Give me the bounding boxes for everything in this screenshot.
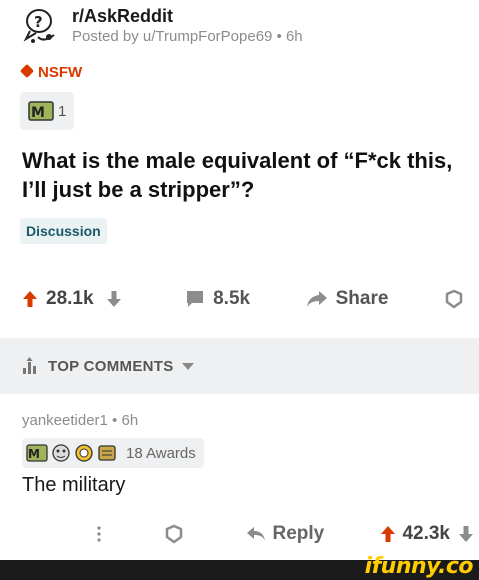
nsfw-label: NSFW (38, 64, 83, 81)
award-icon: M (28, 101, 54, 121)
more-options-button[interactable] (96, 525, 108, 543)
vertical-dots-icon (97, 526, 101, 542)
svg-text:?: ? (34, 13, 43, 31)
post-header: ? r/AskReddit Posted by u/TrumpForPope69… (22, 4, 303, 48)
subreddit-icon[interactable]: ? (22, 7, 60, 45)
comment-author[interactable]: yankeetider1 • 6h (22, 412, 138, 429)
upvote-count: 28.1k (46, 288, 94, 309)
nsfw-tag: NSFW (19, 63, 83, 81)
comment-award-button[interactable] (164, 524, 190, 544)
award-shield-icon (445, 289, 463, 309)
posted-by[interactable]: Posted by u/TrumpForPope69 • 6h (72, 27, 303, 47)
post-awards[interactable]: M 1 (20, 92, 75, 130)
comment-body: The military (22, 474, 126, 496)
sort-label: TOP COMMENTS (48, 357, 174, 375)
award-icon (75, 444, 93, 462)
share-arrow-icon (306, 291, 327, 307)
subreddit-name[interactable]: r/AskReddit (72, 5, 303, 27)
downvote-icon[interactable] (458, 525, 474, 543)
comment-award-count: 18 Awards (126, 444, 196, 462)
post-award-count: 1 (58, 102, 67, 120)
share-label: Share (335, 288, 389, 309)
award-icon: M (26, 444, 48, 462)
comments-count: 8.5k (213, 288, 251, 309)
comment-score: 42.3k (402, 523, 450, 544)
ifunny-watermark: ifunny.co (364, 554, 474, 579)
post-title[interactable]: What is the male equivalent of “F*ck thi… (22, 146, 462, 204)
chevron-down-icon (181, 362, 194, 370)
post-action-bar: 28.1k 8.5k Share (22, 284, 472, 314)
award-icon (98, 445, 116, 461)
reply-arrow-icon (247, 527, 266, 541)
comment-awards[interactable]: M 18 Awards (22, 438, 204, 468)
sort-comments-bar[interactable]: TOP COMMENTS (0, 338, 479, 394)
comment-action-bar: Reply 42.3k (96, 520, 474, 548)
reply-button[interactable]: Reply (246, 523, 324, 545)
post-flair[interactable]: Discussion (20, 218, 107, 244)
comment-bubble-icon (187, 291, 204, 307)
upvote-icon[interactable] (22, 290, 38, 308)
share-button[interactable]: Share (306, 288, 389, 310)
award-icon (52, 444, 70, 462)
nsfw-diamond-icon (19, 63, 35, 79)
svg-text:M: M (28, 447, 40, 461)
award-shield-icon (165, 524, 183, 544)
upvote-icon[interactable] (380, 525, 396, 543)
downvote-icon[interactable] (106, 290, 122, 308)
comments-button[interactable]: 8.5k (185, 288, 250, 310)
reply-label: Reply (272, 523, 325, 544)
svg-text:M: M (31, 105, 45, 121)
vote-group: 28.1k (22, 288, 130, 310)
sort-bars-icon (23, 357, 36, 374)
award-button[interactable] (444, 289, 472, 309)
comment-vote-group: 42.3k (380, 523, 474, 545)
